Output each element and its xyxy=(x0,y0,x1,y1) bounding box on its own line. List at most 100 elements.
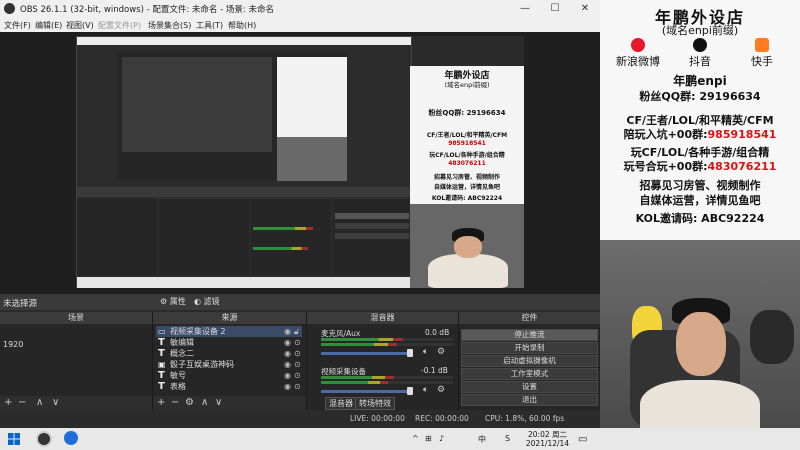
ad-line7: KOL邀请码: ABC92224 xyxy=(635,212,765,225)
preview-ad-panel: 年鹏外设店 (域名enpi前缀) 粉丝QQ群: 29196634 CF/王者/L… xyxy=(410,66,524,204)
mixer-dock: 混音器 麦克风/Aux 0.0 dB 🔈︎ ⚙ 视频采集设备 -0.1 dB 🔈… xyxy=(307,312,459,410)
menu-view[interactable]: 视图(V) xyxy=(66,20,94,31)
ad-line2: 陪玩入坑+00群:985918541 xyxy=(600,126,800,142)
title-bar: OBS 26.1.1 (32-bit, windows) - 配置文件: 未命名… xyxy=(0,0,600,18)
ad-fans: 粉丝QQ群: 29196634 xyxy=(639,90,761,103)
menu-file[interactable]: 文件(F) xyxy=(4,20,31,31)
tray-sogou-icon[interactable]: S xyxy=(505,434,510,443)
source-label: 骰子互娱桌游神码 xyxy=(170,360,234,369)
preview-ad-line3: 玩CF/LOL/各种手游/组合精 xyxy=(429,152,505,159)
settings-button[interactable]: 设置 xyxy=(461,381,598,393)
lock-icon[interactable]: ⊙ xyxy=(294,337,301,348)
ad-line5: 招募见习房管、视频制作 xyxy=(639,179,761,192)
scenes-dock: 场景 1920 + − ∧ ∨ xyxy=(0,312,153,410)
volume-slider[interactable] xyxy=(321,390,409,393)
menu-scene-collection[interactable]: 场景集合(S) xyxy=(148,20,191,31)
tray-mic-icon[interactable]: ♪ xyxy=(439,434,444,443)
filters-button[interactable]: ◐ 滤镜 xyxy=(194,296,220,308)
move-down-icon[interactable]: ∨ xyxy=(52,397,59,408)
douyin-link: 抖音 xyxy=(670,38,730,69)
image-icon: ▣ xyxy=(158,360,166,369)
scene-item[interactable]: 1920 xyxy=(3,339,149,350)
tray-ime-icon[interactable]: 中 xyxy=(478,434,486,445)
volume-slider-knob[interactable] xyxy=(407,349,413,357)
minimize-button[interactable]: — xyxy=(510,1,540,17)
preview-ad-fans: 粉丝QQ群: 29196634 xyxy=(428,109,506,117)
obs-taskbar-icon[interactable] xyxy=(36,431,52,447)
ad-line2-number: 985918541 xyxy=(707,128,777,141)
qq-browser-taskbar-icon[interactable] xyxy=(64,431,78,445)
tray-expand-icon[interactable]: ^ xyxy=(412,434,419,443)
gear-icon[interactable]: ⚙ xyxy=(437,385,445,395)
move-down-icon[interactable]: ∨ xyxy=(215,397,222,408)
audio-meter xyxy=(321,381,388,384)
sources-dock: 来源 ▭ 视频采集设备 2 ◉ 🔓︎ T 敏编辑 ◉ ⊙ T 概念二 ◉ ⊙ ▣… xyxy=(153,312,307,410)
kuaishou-label: 快手 xyxy=(751,55,773,68)
start-virtual-camera-button[interactable]: 启动虚拟摄像机 xyxy=(461,355,598,367)
webcam-feed xyxy=(600,240,800,428)
move-up-icon[interactable]: ∧ xyxy=(36,397,43,408)
douyin-icon xyxy=(693,38,707,52)
gear-icon[interactable]: ⚙ xyxy=(437,347,445,357)
tray-app-icon[interactable]: ⊞ xyxy=(425,434,432,443)
speaker-icon[interactable]: 🔈︎ xyxy=(423,347,428,357)
source-settings-icon[interactable]: ⚙ xyxy=(185,397,194,408)
speaker-icon[interactable]: 🔈︎ xyxy=(423,385,428,395)
source-item[interactable]: T 概念二 ◉ ⊙ xyxy=(156,348,302,359)
preview-ad-line5: 招募见习房管、视频制作 xyxy=(433,174,500,181)
tab-mixer[interactable]: 混音器 xyxy=(325,397,357,410)
source-item[interactable]: T 敏号 ◉ ⊙ xyxy=(156,370,302,381)
remove-scene-icon[interactable]: − xyxy=(18,397,26,408)
lock-icon[interactable]: ⊙ xyxy=(294,370,301,381)
kuaishou-link: 快手 xyxy=(732,38,792,69)
volume-slider-knob[interactable] xyxy=(407,387,413,395)
add-scene-icon[interactable]: + xyxy=(4,397,12,408)
lock-icon[interactable]: ⊙ xyxy=(294,348,301,359)
eye-icon[interactable]: ◉ xyxy=(284,337,291,348)
taskbar-clock[interactable]: 20:02 周二 2021/12/14 xyxy=(525,430,570,448)
source-toolbar: 未选择源 ⚙ 属性 ◐ 滤镜 xyxy=(0,294,600,310)
eye-icon[interactable]: ◉ xyxy=(284,370,291,381)
source-label: 敏编辑 xyxy=(170,338,194,347)
obs-window: OBS 26.1.1 (32-bit, windows) - 配置文件: 未命名… xyxy=(0,0,600,428)
eye-icon[interactable]: ◉ xyxy=(284,348,291,359)
clock-date: 2021/12/14 xyxy=(525,439,570,448)
preview-ad-line1: CF/王者/LOL/和平精英/CFM xyxy=(426,132,508,139)
add-source-icon[interactable]: + xyxy=(157,397,165,408)
studio-mode-button[interactable]: 工作室模式 xyxy=(461,368,598,380)
lock-icon[interactable]: ⊙ xyxy=(294,381,301,392)
lock-icon[interactable]: 🔓︎ xyxy=(294,326,299,337)
status-bar: LIVE: 00:00:00 REC: 00:00:00 CPU: 1.8%, … xyxy=(0,410,600,428)
eye-icon[interactable]: ◉ xyxy=(284,326,291,337)
exit-button[interactable]: 退出 xyxy=(461,394,598,406)
preview-area[interactable]: 年鹏外设店 (域名enpi前缀) 粉丝QQ群: 29196634 CF/王者/L… xyxy=(0,32,600,294)
windows-start-icon[interactable] xyxy=(8,433,20,445)
properties-button[interactable]: ⚙ 属性 xyxy=(160,296,186,308)
lock-icon[interactable]: ⊙ xyxy=(294,359,301,370)
volume-slider[interactable] xyxy=(321,352,409,355)
mixer-header: 混音器 xyxy=(307,312,458,324)
source-item[interactable]: T 表格 ◉ ⊙ xyxy=(156,381,302,392)
eye-icon[interactable]: ◉ xyxy=(284,381,291,392)
source-item[interactable]: T 敏编辑 ◉ ⊙ xyxy=(156,337,302,348)
menu-help[interactable]: 帮助(H) xyxy=(228,20,256,31)
move-up-icon[interactable]: ∧ xyxy=(201,397,208,408)
eye-icon[interactable]: ◉ xyxy=(284,359,291,370)
notification-icon[interactable]: ▭ xyxy=(578,434,587,445)
start-recording-button[interactable]: 开始录制 xyxy=(461,342,598,354)
maximize-button[interactable]: ☐ xyxy=(540,1,570,17)
source-item[interactable]: ▭ 视频采集设备 2 ◉ 🔓︎ xyxy=(156,326,302,337)
window-title: OBS 26.1.1 (32-bit, windows) - 配置文件: 未命名… xyxy=(20,5,274,15)
menu-edit[interactable]: 编辑(E) xyxy=(35,20,62,31)
menu-tools[interactable]: 工具(T) xyxy=(196,20,223,31)
video-capture-icon: ▭ xyxy=(158,327,166,336)
source-item[interactable]: ▣ 骰子互娱桌游神码 ◉ ⊙ xyxy=(156,359,302,370)
remove-source-icon[interactable]: − xyxy=(171,397,179,408)
menu-profile[interactable]: 配置文件(P) xyxy=(98,20,141,31)
nested-obs-capture xyxy=(76,36,412,288)
close-button[interactable]: ✕ xyxy=(570,1,600,17)
tab-transitions[interactable]: 转场特效 xyxy=(355,397,395,410)
source-label: 表格 xyxy=(170,382,186,391)
ad-line4-prefix: 玩号合玩+00群: xyxy=(623,160,708,173)
stop-streaming-button[interactable]: 停止推流 xyxy=(461,329,598,341)
